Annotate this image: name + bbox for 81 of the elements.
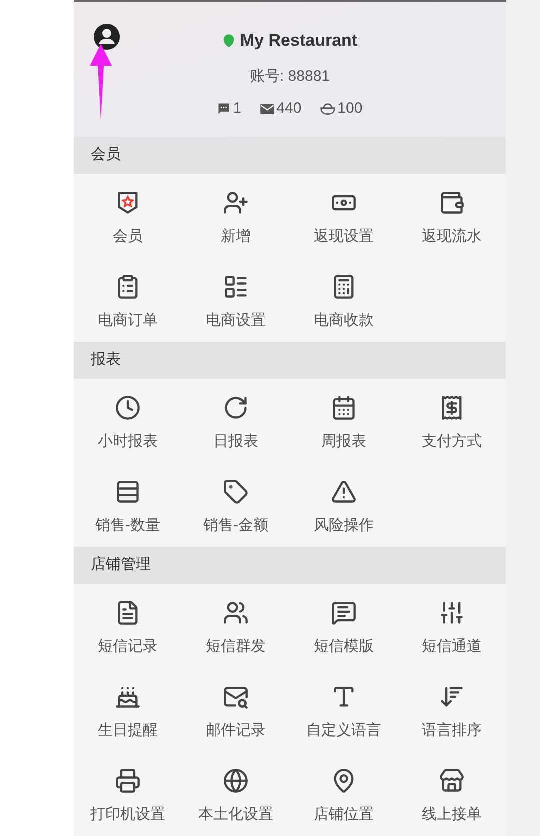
menu-label: 生日提醒 — [98, 721, 158, 741]
menu-label: 短信记录 — [98, 637, 158, 657]
location-icon — [222, 34, 236, 48]
menu-item[interactable]: 短信记录 — [74, 584, 182, 668]
menu-item[interactable]: 支付方式 — [398, 379, 506, 463]
menu-label: 自定义语言 — [306, 721, 382, 741]
menu-label: 返现设置 — [314, 227, 374, 247]
menu-item[interactable]: 小时报表 — [74, 379, 182, 463]
menu-item[interactable]: 会员 — [74, 174, 182, 258]
store-name: My Restaurant — [240, 30, 358, 52]
menu-item[interactable]: 电商订单 — [74, 258, 182, 342]
calendar-icon — [331, 395, 357, 421]
menu-label: 会员 — [113, 227, 143, 247]
menu-item[interactable]: 风险操作 — [290, 463, 398, 547]
menu-label: 电商收款 — [314, 311, 374, 331]
menu-label: 销售-金额 — [204, 516, 268, 536]
warning-icon — [331, 479, 357, 505]
sliders-icon — [439, 600, 465, 626]
user-plus-icon — [223, 190, 249, 216]
menu-label: 小时报表 — [98, 432, 158, 452]
menu-item[interactable]: 返现流水 — [398, 174, 506, 258]
menu-label: 日报表 — [214, 432, 258, 452]
menu-label: 周报表 — [322, 432, 366, 452]
menu-label: 邮件记录 — [206, 721, 266, 741]
menu-label: 店铺位置 — [314, 805, 374, 825]
menu-label: 短信群发 — [206, 637, 266, 657]
menu-item[interactable]: 本土化设置 — [182, 752, 290, 836]
list-icon — [223, 274, 249, 300]
menu-label: 新增 — [221, 227, 251, 247]
printer-icon — [115, 768, 141, 794]
menu-item[interactable]: 新增 — [182, 174, 290, 258]
wallet-icon — [439, 190, 465, 216]
menu-label: 电商订单 — [98, 311, 158, 331]
globe-icon — [223, 768, 249, 794]
menu-item[interactable]: 销售-金额 — [182, 463, 290, 547]
menu-label: 本土化设置 — [198, 805, 274, 825]
users-icon — [223, 600, 249, 626]
menu-item[interactable]: 线上接单 — [398, 752, 506, 836]
rows-icon — [115, 479, 141, 505]
menu-item[interactable]: 打印机设置 — [74, 752, 182, 836]
menu-label: 销售-数量 — [96, 516, 160, 536]
menu-label: 语言排序 — [422, 721, 482, 741]
message-icon — [331, 600, 357, 626]
store-icon — [439, 768, 465, 794]
section-header: 会员 — [74, 137, 506, 174]
account-avatar-icon[interactable] — [93, 23, 121, 51]
menu-item[interactable]: 日报表 — [182, 379, 290, 463]
menu-item[interactable]: 短信模版 — [290, 584, 398, 668]
menu-label: 打印机设置 — [90, 805, 166, 825]
menu-label: 支付方式 — [422, 432, 482, 452]
menu-label: 电商设置 — [206, 311, 266, 331]
menu-item[interactable]: 周报表 — [290, 379, 398, 463]
menu-label: 返现流水 — [422, 227, 482, 247]
stat-count: 100 — [338, 99, 363, 119]
stat-count: 440 — [276, 99, 302, 119]
stat-count: 1 — [233, 99, 242, 119]
shield-star-icon — [115, 190, 141, 216]
menu-item[interactable]: 生日提醒 — [74, 668, 182, 752]
mail-icon — [260, 102, 275, 116]
section-header: 报表 — [74, 342, 506, 379]
menu-item[interactable]: 语言排序 — [398, 668, 506, 752]
menu-item[interactable]: 短信通道 — [398, 584, 506, 668]
menu-label: 短信模版 — [314, 637, 374, 657]
menu-item[interactable]: 电商设置 — [182, 258, 290, 342]
rotate-icon — [223, 395, 249, 421]
clock-icon — [115, 395, 141, 421]
menu-label: 短信通道 — [422, 637, 482, 657]
account-number: 账号: 88881 — [250, 66, 330, 86]
menu-item[interactable]: 电商收款 — [290, 258, 398, 342]
menu-label: 风险操作 — [314, 516, 374, 536]
menu-item[interactable]: 店铺位置 — [290, 752, 398, 836]
menu-item[interactable]: 邮件记录 — [182, 668, 290, 752]
menu-item[interactable]: 销售-数量 — [74, 463, 182, 547]
menu-item[interactable]: 短信群发 — [182, 584, 290, 668]
menu-item[interactable]: 返现设置 — [290, 174, 398, 258]
section-header: 店铺管理 — [74, 547, 506, 584]
bowl-icon — [320, 102, 336, 116]
tag-icon — [223, 479, 249, 505]
chat-icon — [217, 102, 232, 116]
menu-label: 线上接单 — [422, 805, 482, 825]
menu-item[interactable]: 自定义语言 — [290, 668, 398, 752]
